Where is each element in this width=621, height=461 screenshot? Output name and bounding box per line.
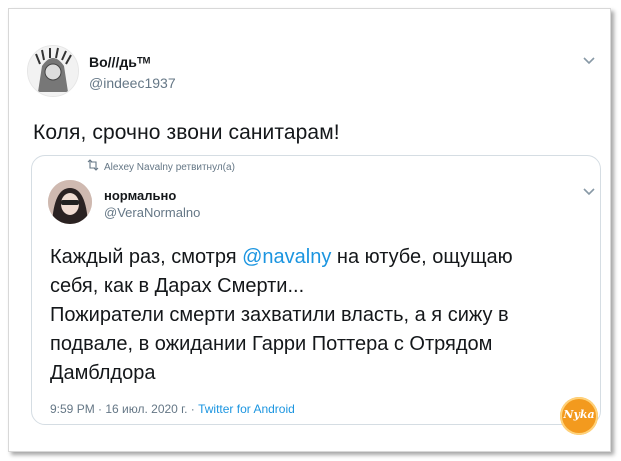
quoted-text-line: подвале, в ожидании Гарри Поттера с Отря…: [50, 333, 493, 355]
quoted-avatar[interactable]: [48, 180, 92, 224]
chevron-down-icon[interactable]: [583, 188, 595, 196]
quoted-author-handle[interactable]: @VeraNormalno: [104, 205, 200, 220]
retweet-line[interactable]: Alexey Navalny ретвитнул(а): [104, 162, 235, 173]
timestamp[interactable]: 9:59 PM · 16 июл. 2020 г. ·: [50, 402, 198, 416]
quoted-text-line: Каждый раз, смотря @navalny на ютубе, ощ…: [50, 243, 590, 272]
chevron-down-icon[interactable]: [583, 57, 595, 65]
quoted-author-name[interactable]: нормально: [104, 188, 176, 203]
tweet-meta: 9:59 PM · 16 июл. 2020 г. · Twitter for …: [50, 402, 295, 416]
source-link[interactable]: Twitter for Android: [198, 402, 295, 416]
retweet-icon: [87, 159, 99, 171]
text-segment: Каждый раз, смотря: [50, 246, 243, 268]
quoted-tweet[interactable]: Alexey Navalny ретвитнул(а) нормально @V…: [31, 155, 601, 425]
quoted-text-line: себя, как в Дарах Смерти...: [50, 275, 305, 297]
quoted-avatar-image: [48, 180, 92, 224]
mention-link[interactable]: @navalny: [242, 246, 331, 268]
watermark-text: Nyka: [563, 408, 595, 421]
quoted-text: Каждый раз, смотря @navalny на ютубе, ощ…: [50, 243, 590, 388]
quoted-text-line: Пожиратели смерти захватили власть, а я …: [50, 304, 509, 326]
text-segment: на ютубе, ощущаю: [331, 246, 513, 268]
tweet-text: Коля, срочно звони санитарам!: [33, 121, 340, 144]
avatar[interactable]: [27, 45, 79, 97]
watermark-logo: Nyka: [560, 397, 598, 435]
author-handle[interactable]: @indeec1937: [89, 75, 176, 91]
quoted-text-line: Дамблдора: [50, 362, 156, 384]
avatar-image: [28, 46, 78, 96]
author-name[interactable]: Во///дьᵀᴹ: [89, 54, 150, 70]
tweet-card: Во///дьᵀᴹ @indeec1937 Коля, срочно звони…: [8, 8, 611, 452]
